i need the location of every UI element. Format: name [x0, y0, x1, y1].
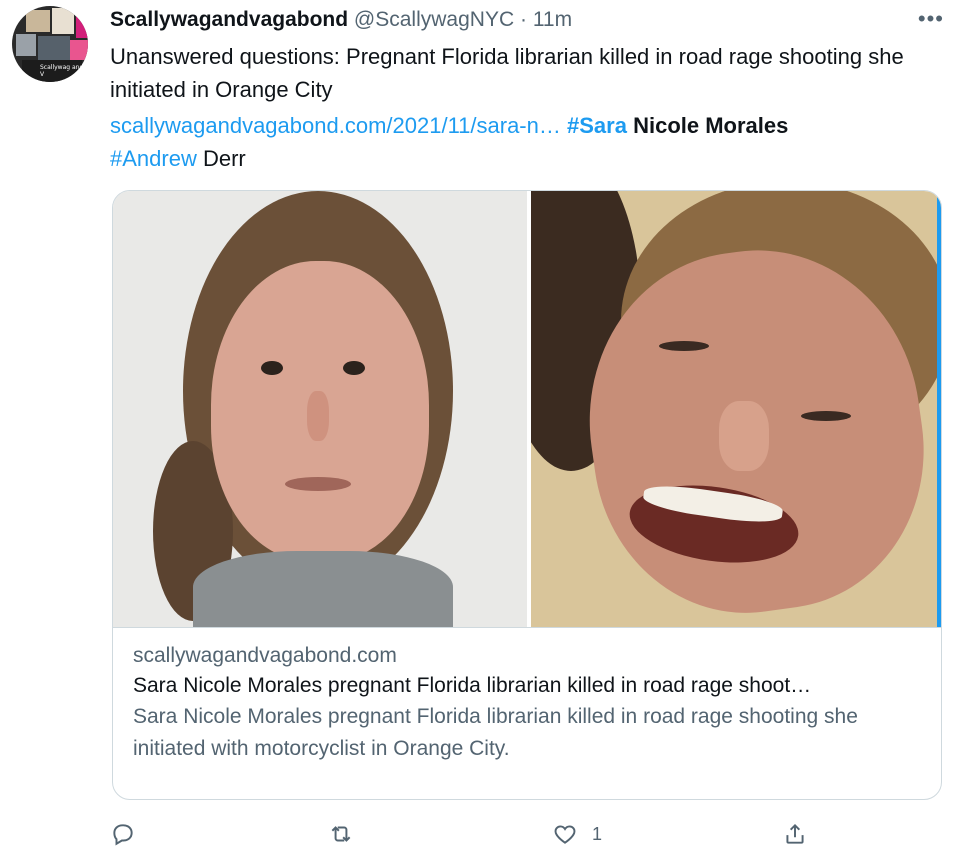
card-meta: scallywagandvagabond.com Sara Nicole Mor… — [133, 641, 923, 765]
hashtag-sara[interactable]: #Sara — [567, 113, 627, 138]
author-handle[interactable]: @ScallywagNYC — [354, 8, 514, 31]
tweet-header: Scallywagandvagabond @ScallywagNYC · 11m — [110, 7, 572, 33]
card-description: Sara Nicole Morales pregnant Florida lib… — [133, 705, 858, 760]
reply-button[interactable] — [110, 816, 136, 852]
heart-icon — [554, 825, 576, 844]
avatar-collage-tile — [16, 34, 36, 56]
like-count: 1 — [592, 823, 603, 844]
retweet-button[interactable] — [328, 816, 354, 852]
more-options-button[interactable]: ••• — [918, 6, 944, 32]
hashtag-andrew[interactable]: #Andrew — [110, 146, 197, 171]
tweet-text-name: Nicole Morales — [633, 113, 789, 138]
avatar-collage-tile — [70, 40, 88, 60]
tweet-actions: 1 — [110, 816, 830, 852]
share-button[interactable] — [782, 816, 808, 852]
author-name[interactable]: Scallywagandvagabond — [110, 8, 348, 31]
card-title: Sara Nicole Morales pregnant Florida lib… — [133, 674, 812, 697]
avatar-caption: Scallywag and V — [40, 64, 84, 78]
reply-icon — [113, 824, 133, 846]
avatar[interactable]: Scallywag and V — [12, 6, 88, 82]
like-button[interactable]: 1 — [552, 816, 602, 852]
share-icon — [786, 823, 804, 844]
avatar-collage-tile — [26, 10, 50, 32]
header-separator: · — [519, 8, 527, 31]
portrait-photo-right — [531, 191, 941, 627]
portrait-photo-left — [113, 191, 527, 627]
avatar-collage-tile — [76, 14, 88, 38]
retweet-icon — [331, 826, 351, 842]
card-image[interactable] — [113, 191, 941, 628]
tweet-text-line: Unanswered questions: Pregnant Florida l… — [110, 44, 904, 102]
tweet-text-name: Derr — [202, 146, 246, 171]
tweet-text: Unanswered questions: Pregnant Florida l… — [110, 40, 930, 175]
tweet-timestamp[interactable]: 11m — [533, 8, 572, 31]
link-preview-card[interactable]: scallywagandvagabond.com Sara Nicole Mor… — [112, 190, 942, 800]
card-domain: scallywagandvagabond.com — [133, 644, 397, 667]
avatar-collage-tile — [52, 8, 74, 34]
tweet-link[interactable]: scallywagandvagabond.com/2021/11/sara-n… — [110, 113, 561, 138]
